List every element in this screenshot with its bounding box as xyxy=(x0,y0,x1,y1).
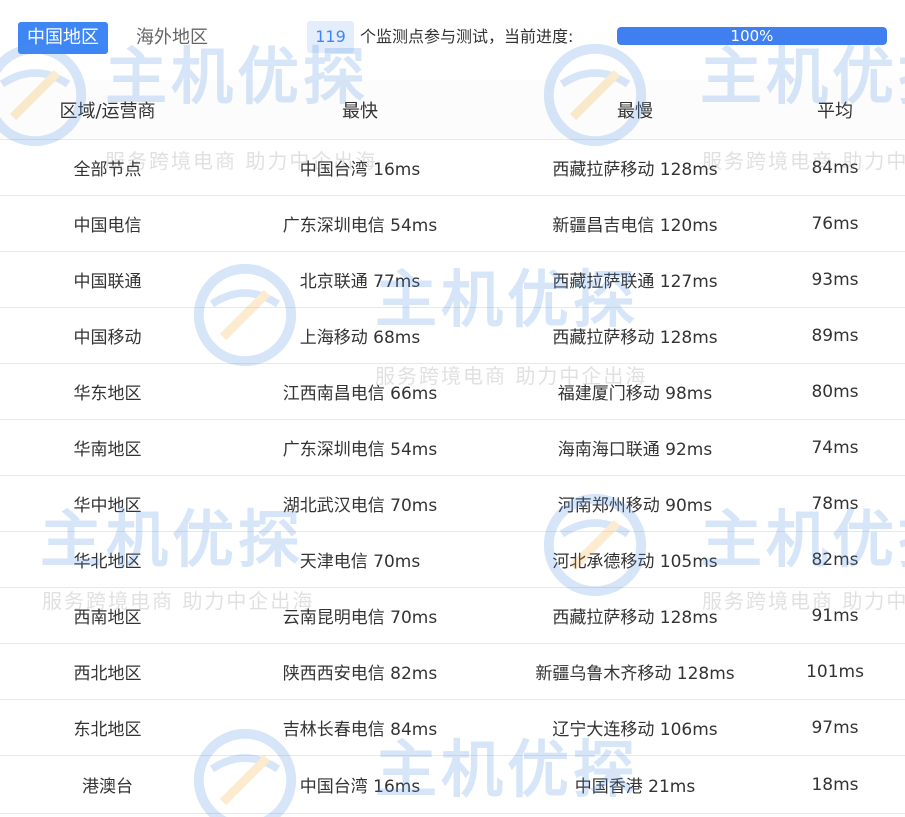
cell-fastest: 吉林长春电信 84ms xyxy=(215,699,505,756)
cell-fastest: 陕西西安电信 82ms xyxy=(215,643,505,700)
table-row: 中国移动 上海移动 68ms 西藏拉萨移动 128ms 89ms xyxy=(0,307,905,364)
cell-region: 中国移动 xyxy=(0,307,215,364)
cell-fastest: 云南昆明电信 70ms xyxy=(215,587,505,644)
cell-slowest: 西藏拉萨移动 128ms xyxy=(505,139,765,196)
cell-average: 101ms xyxy=(765,643,905,700)
progress-bar: 100% xyxy=(617,27,887,45)
cell-region: 华中地区 xyxy=(0,475,215,532)
header-average: 平均 xyxy=(765,80,905,140)
cell-slowest: 辽宁大连移动 106ms xyxy=(505,699,765,756)
cell-average: 78ms xyxy=(765,475,905,532)
cell-slowest: 西藏拉萨移动 128ms xyxy=(505,307,765,364)
table-row: 华南地区 广东深圳电信 54ms 海南海口联通 92ms 74ms xyxy=(0,419,905,476)
cell-average: 89ms xyxy=(765,307,905,364)
tab-overseas-region[interactable]: 海外地区 xyxy=(136,22,208,54)
cell-slowest: 中国香港 21ms xyxy=(505,755,765,814)
table-row: 华北地区 天津电信 70ms 河北承德移动 105ms 82ms xyxy=(0,531,905,588)
cell-fastest: 天津电信 70ms xyxy=(215,531,505,588)
table-row: 中国电信 广东深圳电信 54ms 新疆昌吉电信 120ms 76ms xyxy=(0,195,905,252)
cell-average: 82ms xyxy=(765,531,905,588)
cell-slowest: 河南郑州移动 90ms xyxy=(505,475,765,532)
cell-average: 84ms xyxy=(765,139,905,196)
cell-average: 18ms xyxy=(765,755,905,814)
cell-slowest: 福建厦门移动 98ms xyxy=(505,363,765,420)
table-row: 西北地区 陕西西安电信 82ms 新疆乌鲁木齐移动 128ms 101ms xyxy=(0,643,905,700)
cell-average: 76ms xyxy=(765,195,905,252)
cell-fastest: 北京联通 77ms xyxy=(215,251,505,308)
cell-slowest: 西藏拉萨移动 128ms xyxy=(505,587,765,644)
monitor-status-text: 个监测点参与测试，当前进度: xyxy=(360,27,574,46)
cell-region: 华东地区 xyxy=(0,363,215,420)
progress-label: 100% xyxy=(730,27,774,45)
header-region: 区域/运营商 xyxy=(0,80,215,140)
cell-region: 港澳台 xyxy=(0,755,215,814)
cell-slowest: 河北承德移动 105ms xyxy=(505,531,765,588)
top-bar: 中国地区 海外地区 119 个监测点参与测试，当前进度: 100% xyxy=(0,0,905,76)
monitor-count-badge: 119 xyxy=(307,21,354,53)
table-row: 华东地区 江西南昌电信 66ms 福建厦门移动 98ms 80ms xyxy=(0,363,905,420)
cell-region: 中国电信 xyxy=(0,195,215,252)
cell-region: 全部节点 xyxy=(0,139,215,196)
latency-results-table: 区域/运营商 最快 最慢 平均 全部节点 中国台湾 16ms 西藏拉萨移动 12… xyxy=(0,80,905,814)
cell-fastest: 上海移动 68ms xyxy=(215,307,505,364)
header-fastest: 最快 xyxy=(215,80,505,140)
cell-region: 西南地区 xyxy=(0,587,215,644)
cell-fastest: 中国台湾 16ms xyxy=(215,139,505,196)
cell-fastest: 广东深圳电信 54ms xyxy=(215,419,505,476)
header-slowest: 最慢 xyxy=(505,80,765,140)
cell-fastest: 广东深圳电信 54ms xyxy=(215,195,505,252)
cell-slowest: 西藏拉萨联通 127ms xyxy=(505,251,765,308)
cell-region: 华北地区 xyxy=(0,531,215,588)
cell-fastest: 中国台湾 16ms xyxy=(215,755,505,814)
table-row: 全部节点 中国台湾 16ms 西藏拉萨移动 128ms 84ms xyxy=(0,139,905,196)
cell-fastest: 湖北武汉电信 70ms xyxy=(215,475,505,532)
cell-slowest: 新疆昌吉电信 120ms xyxy=(505,195,765,252)
cell-region: 东北地区 xyxy=(0,699,215,756)
cell-region: 西北地区 xyxy=(0,643,215,700)
cell-region: 中国联通 xyxy=(0,251,215,308)
cell-average: 91ms xyxy=(765,587,905,644)
cell-slowest: 海南海口联通 92ms xyxy=(505,419,765,476)
cell-fastest: 江西南昌电信 66ms xyxy=(215,363,505,420)
cell-average: 74ms xyxy=(765,419,905,476)
tab-china-region[interactable]: 中国地区 xyxy=(18,22,108,54)
cell-slowest: 新疆乌鲁木齐移动 128ms xyxy=(505,643,765,700)
table-row: 港澳台 中国台湾 16ms 中国香港 21ms 18ms xyxy=(0,755,905,814)
cell-region: 华南地区 xyxy=(0,419,215,476)
table-row: 东北地区 吉林长春电信 84ms 辽宁大连移动 106ms 97ms xyxy=(0,699,905,756)
cell-average: 80ms xyxy=(765,363,905,420)
table-row: 中国联通 北京联通 77ms 西藏拉萨联通 127ms 93ms xyxy=(0,251,905,308)
cell-average: 93ms xyxy=(765,251,905,308)
table-header-row: 区域/运营商 最快 最慢 平均 xyxy=(0,80,905,140)
cell-average: 97ms xyxy=(765,699,905,756)
table-row: 华中地区 湖北武汉电信 70ms 河南郑州移动 90ms 78ms xyxy=(0,475,905,532)
table-row: 西南地区 云南昆明电信 70ms 西藏拉萨移动 128ms 91ms xyxy=(0,587,905,644)
